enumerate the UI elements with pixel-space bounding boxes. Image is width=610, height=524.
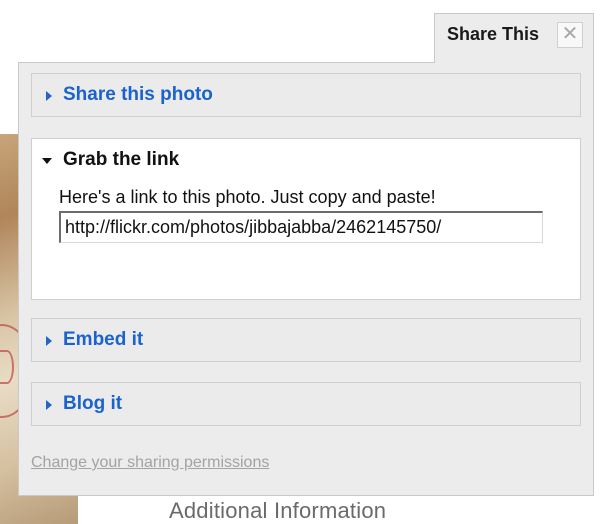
photo-drawing-detail — [0, 350, 14, 384]
triangle-right-icon — [46, 336, 52, 346]
triangle-right-icon — [46, 91, 52, 101]
photo-link-field[interactable] — [59, 211, 543, 243]
link-description: Here's a link to this photo. Just copy a… — [59, 187, 436, 207]
share-panel: Share this photo Grab the link Here's a … — [18, 62, 594, 496]
page: Additional Information Share This ✕ Shar… — [0, 0, 610, 524]
share-this-title: Share This — [447, 24, 540, 44]
section-blog-it[interactable]: Blog it — [31, 382, 581, 426]
additional-information-heading: Additional Information — [169, 498, 387, 523]
section-grab-the-link: Grab the link Here's a link to this phot… — [31, 138, 581, 300]
section-grab-the-link-label[interactable]: Grab the link — [63, 149, 179, 171]
section-embed-it[interactable]: Embed it — [31, 318, 581, 362]
change-sharing-permissions-link[interactable]: Change your sharing permissions — [31, 454, 269, 472]
section-blog-it-label[interactable]: Blog it — [63, 393, 122, 415]
triangle-down-icon[interactable] — [42, 158, 52, 164]
share-this-tab: Share This ✕ — [434, 13, 594, 63]
section-share-this-photo[interactable]: Share this photo — [31, 73, 581, 117]
close-icon[interactable]: ✕ — [557, 22, 583, 48]
triangle-right-icon — [46, 400, 52, 410]
section-embed-it-label[interactable]: Embed it — [63, 329, 143, 351]
section-share-this-photo-label[interactable]: Share this photo — [63, 84, 213, 106]
